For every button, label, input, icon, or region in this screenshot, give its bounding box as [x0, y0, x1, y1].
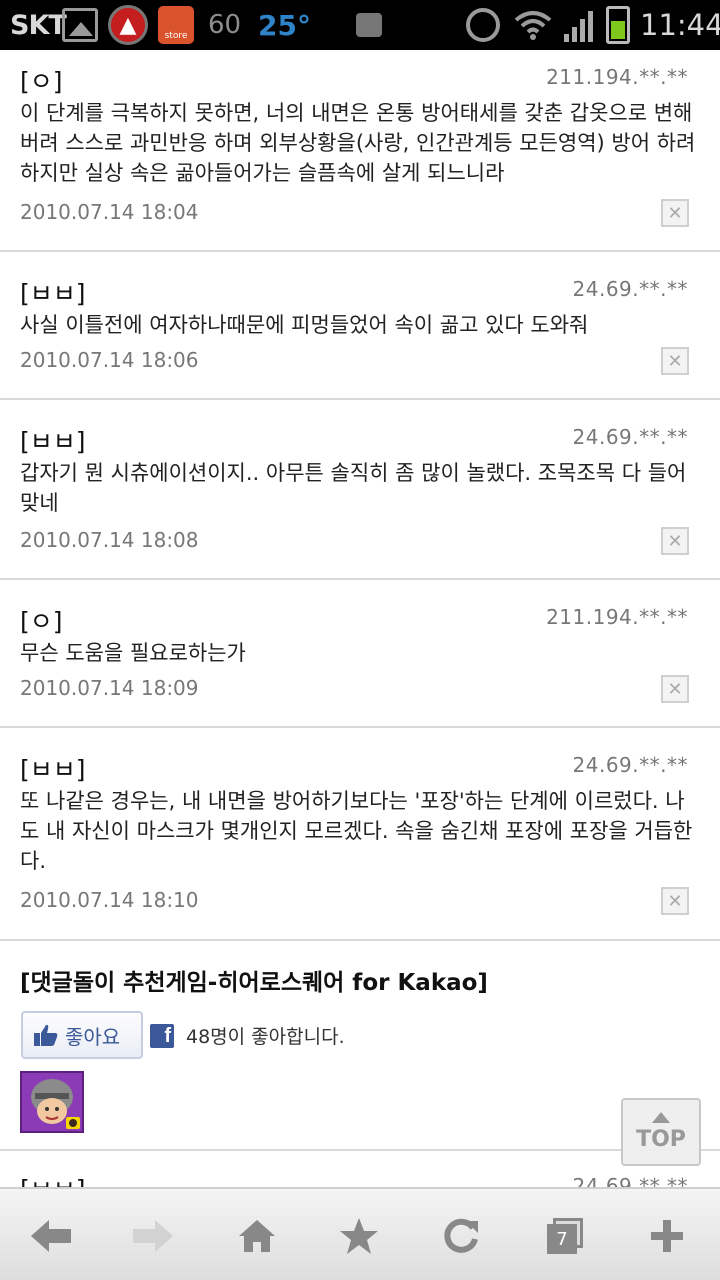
scroll-to-top-button[interactable]: TOP [621, 1098, 701, 1166]
comment-author: [ㅂㅂ] [20, 427, 86, 456]
home-button[interactable] [230, 1209, 284, 1263]
comment-item: [ㅂㅂ] 24.69.**.** 또 나같은 경우는, 내 내면을 방어하기보다… [0, 728, 720, 941]
arrow-left-icon [31, 1220, 71, 1252]
comment-item: [ㅂㅂ] 24.69.**.** 사실 이틀전에 여자하나때문에 피멍들었어 속… [0, 252, 720, 400]
battery-icon [606, 6, 630, 44]
thumbs-up-icon [34, 1024, 58, 1046]
tabs-count: 7 [547, 1224, 577, 1254]
tabs-button[interactable]: 7 [538, 1209, 592, 1263]
top-button-label: TOP [636, 1127, 686, 1152]
notification-count: 60 [208, 10, 242, 40]
carrier-label: SKT [10, 9, 67, 41]
comment-author: [ㅇ] [20, 607, 63, 636]
bookmark-button[interactable] [332, 1209, 386, 1263]
home-icon [239, 1220, 275, 1252]
comment-item: [ㅂㅂ] 24.69.**.** 갑자기 뭔 시츄에이션이지.. 아무튼 솔직히… [0, 400, 720, 580]
wifi-icon [514, 6, 552, 44]
clock-label: 11:44 [640, 8, 720, 42]
comment-item: [ㅇ] 211.194.**.** 이 단계를 극복하지 못하면, 너의 내면은… [0, 50, 720, 252]
comment-author: [ㅂㅂ] [20, 755, 86, 784]
comment-date: 2010.07.14 18:08 [20, 528, 199, 552]
comment-ip: 211.194.**.** [546, 605, 688, 629]
status-bar: SKT ▲ store 60 25° 11:44 [0, 0, 720, 50]
store-icon: store [158, 6, 194, 44]
comment-ip: 24.69.**.** [572, 753, 688, 777]
temperature-label: 25° [258, 8, 311, 42]
comment-item-partial: [ㅂㅂ] 24.69.**.** [0, 1150, 720, 1190]
store-label: store [164, 31, 188, 41]
comment-text: 무슨 도움을 필요로하는가 [20, 641, 246, 665]
back-button[interactable] [24, 1209, 78, 1263]
forward-button[interactable] [126, 1209, 180, 1263]
comment-author: [ㅇ] [20, 67, 63, 96]
tabs-icon: 7 [547, 1218, 583, 1254]
like-count: 48명이 좋아합니다. [186, 1026, 345, 1048]
comment-date: 2010.07.14 18:09 [20, 676, 199, 700]
delete-icon[interactable]: ✕ [661, 347, 689, 375]
comment-text: 이 단계를 극복하지 못하면, 너의 내면은 온통 방어태세를 갖춘 갑옷으로 … [20, 101, 696, 185]
delete-icon[interactable]: ✕ [661, 887, 689, 915]
arrow-up-icon [652, 1112, 670, 1123]
like-button-label: 좋아요 [65, 1024, 121, 1049]
arrow-right-icon [133, 1220, 173, 1252]
delete-icon[interactable]: ✕ [661, 199, 689, 227]
comment-date: 2010.07.14 18:06 [20, 348, 199, 372]
rocket-icon: ▲ [108, 5, 148, 45]
delete-icon[interactable]: ✕ [661, 675, 689, 703]
facebook-icon: f [150, 1024, 174, 1048]
comment-date: 2010.07.14 18:10 [20, 888, 199, 912]
ad-title[interactable]: [댓글돌이 추천게임-히어로스퀘어 for Kakao] [20, 963, 488, 997]
reload-button[interactable] [434, 1209, 488, 1263]
like-button[interactable]: 좋아요 [21, 1011, 143, 1059]
comment-date: 2010.07.14 18:04 [20, 200, 199, 224]
signal-icon [562, 8, 598, 44]
comment-ip: 24.69.**.** [572, 425, 688, 449]
delete-icon[interactable]: ✕ [661, 527, 689, 555]
alarm-icon [466, 8, 500, 42]
comment-text: 갑자기 뭔 시츄에이션이지.. 아무튼 솔직히 좀 많이 놀랬다. 조목조목 다… [20, 461, 687, 515]
comment-author: [ㅂㅂ] [20, 279, 86, 308]
gallery-icon [62, 8, 98, 42]
comment-ip: 24.69.**.** [572, 277, 688, 301]
new-tab-button[interactable] [640, 1209, 694, 1263]
refresh-icon [444, 1218, 478, 1253]
facebook-icon-letter: f [164, 1025, 171, 1047]
browser-toolbar: 7 [0, 1187, 720, 1280]
comment-item: [ㅇ] 211.194.**.** 무슨 도움을 필요로하는가 2010.07.… [0, 580, 720, 728]
comment-text: 또 나같은 경우는, 내 내면을 방어하기보다는 '포장'하는 단계에 이르렀다… [20, 789, 693, 873]
game-app-icon[interactable] [20, 1071, 84, 1133]
recommended-game-section: [댓글돌이 추천게임-히어로스퀘어 for Kakao] 좋아요 f 48명이 … [0, 941, 720, 1151]
comment-ip: 211.194.**.** [546, 65, 688, 89]
comment-text: 사실 이틀전에 여자하나때문에 피멍들었어 속이 곪고 있다 도와줘 [20, 313, 589, 337]
plus-icon [651, 1220, 683, 1252]
lock-icon [356, 13, 382, 37]
star-icon [340, 1218, 378, 1254]
